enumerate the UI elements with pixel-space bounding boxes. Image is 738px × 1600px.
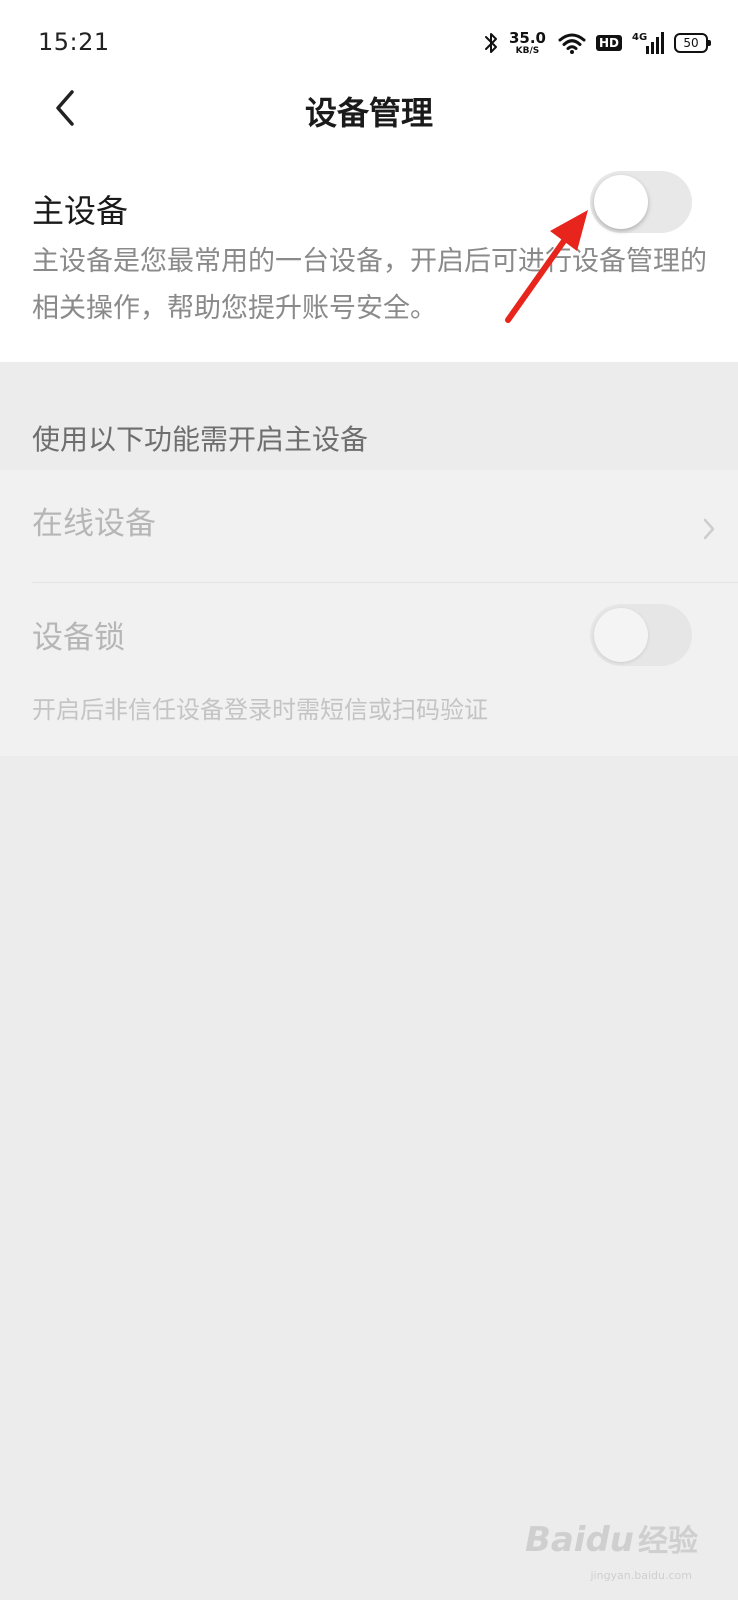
divider	[32, 582, 738, 583]
bluetooth-icon	[484, 33, 497, 53]
baidu-jingyan-watermark: Baidu 经验	[525, 1516, 698, 1560]
primary-device-toggle[interactable]	[590, 171, 692, 233]
primary-device-description: 主设备是您最常用的一台设备，开启后可进行设备管理的相关操作，帮助您提升账号安全。	[32, 246, 707, 324]
status-icons: 35.0 KB/S HD 4G 50	[483, 28, 711, 58]
device-lock-label: 设备锁	[32, 620, 125, 656]
section-title: 使用以下功能需开启主设备	[32, 423, 369, 456]
hd-icon: HD	[595, 35, 622, 51]
network-speed-unit: KB/S	[515, 45, 540, 56]
toggle-knob	[594, 175, 648, 229]
signal-type: 4G	[632, 32, 648, 43]
device-lock-toggle[interactable]	[590, 604, 692, 666]
network-speed-value: 35.0	[508, 28, 546, 47]
online-devices-item[interactable]: 在线设备	[32, 498, 156, 543]
status-time: 15:21	[38, 28, 110, 56]
primary-device-label: 主设备	[32, 192, 129, 230]
watermark-url: jingyan.baidu.com	[590, 1569, 692, 1582]
network-speed: 35.0 KB/S	[508, 28, 546, 56]
toggle-knob	[594, 608, 648, 662]
page-title: 设备管理	[304, 94, 433, 132]
signal-icon: 4G	[632, 32, 664, 54]
chevron-right-icon	[703, 518, 715, 540]
watermark-brand: Baidu	[524, 1520, 634, 1560]
device-lock-description: 开启后非信任设备登录时需短信或扫码验证	[32, 696, 488, 724]
status-bar: 15:21 35.0 KB/S HD 4G 50	[0, 0, 738, 90]
battery-icon: 50	[674, 33, 711, 53]
wifi-icon	[558, 33, 586, 54]
watermark-suffix: 经验	[638, 1524, 698, 1559]
